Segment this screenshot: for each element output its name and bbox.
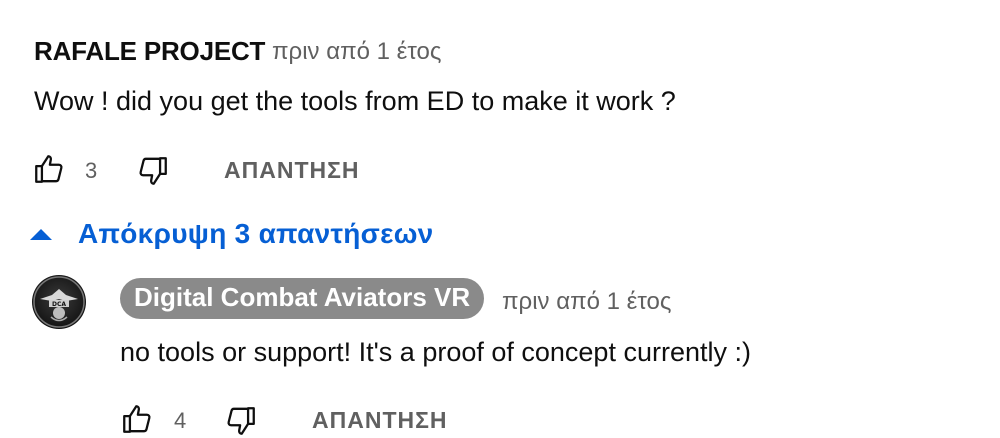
reply-author: Digital Combat Aviators VR [120, 278, 485, 319]
thumbs-down-icon[interactable] [136, 154, 170, 188]
comment-text: Wow ! did you get the tools from ED to m… [34, 86, 676, 116]
svg-text:DCA: DCA [52, 301, 66, 308]
caret-up-icon [30, 228, 52, 240]
comment-author[interactable]: RAFALE PROJECT [34, 36, 265, 67]
thumbs-up-icon[interactable] [32, 152, 66, 186]
reply-like-count: 4 [174, 408, 187, 433]
reply-text: no tools or support! It's a proof of con… [120, 337, 751, 367]
hide-replies-toggle[interactable]: Απόκρυψη 3 απαντήσεων [30, 216, 434, 252]
reply-timestamp[interactable]: πριν από 1 έτος [502, 288, 671, 316]
comment-timestamp[interactable]: πριν από 1 έτος [272, 38, 441, 66]
reply-reply-button[interactable]: ΑΠΑΝΤΗΣΗ [312, 407, 448, 434]
hide-replies-label: Απόκρυψη 3 απαντήσεων [78, 218, 434, 249]
reply-author-chip[interactable]: Digital Combat Aviators VR [120, 278, 485, 319]
like-count: 3 [85, 158, 98, 183]
channel-logo-icon: DCA [33, 276, 85, 328]
thumbs-up-icon[interactable] [120, 402, 154, 436]
reply-button[interactable]: ΑΠΑΝΤΗΣΗ [224, 157, 360, 184]
avatar[interactable]: DCA [32, 275, 86, 329]
thumbs-down-icon[interactable] [224, 404, 258, 438]
